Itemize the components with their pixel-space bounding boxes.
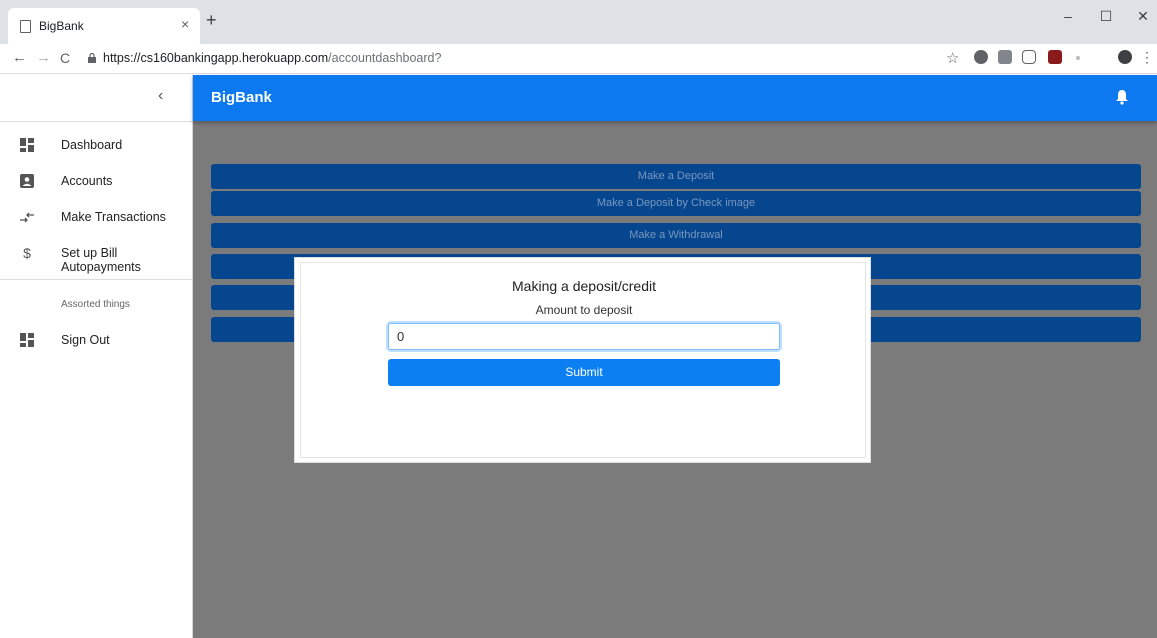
main-content: BigBank Make a Deposit Make a Deposit by… bbox=[193, 75, 1157, 638]
sidebar-item-sign-out[interactable]: Sign Out bbox=[0, 323, 192, 359]
sidebar: ‹ Dashboard Accounts Make Transactions $… bbox=[0, 75, 193, 638]
swap-arrows-icon bbox=[20, 212, 34, 223]
modal-title: Making a deposit/credit bbox=[512, 278, 656, 294]
s-extension-icon[interactable] bbox=[1022, 50, 1036, 64]
section-title: Assorted things bbox=[61, 299, 130, 310]
sidebar-item-label: Set up Bill Autopayments bbox=[61, 246, 141, 274]
amount-label: Amount to deposit bbox=[535, 303, 633, 317]
tab-title: BigBank bbox=[39, 19, 84, 33]
make-deposit-button[interactable]: Make a Deposit bbox=[211, 164, 1141, 189]
forward-button[interactable]: → bbox=[36, 49, 51, 66]
deposit-modal: Making a deposit/credit Amount to deposi… bbox=[294, 257, 871, 463]
brand-title: BigBank bbox=[211, 89, 272, 106]
make-withdrawal-button[interactable]: Make a Withdrawal bbox=[211, 223, 1141, 248]
lock-icon bbox=[88, 53, 96, 63]
collapse-sidebar-icon[interactable]: ‹ bbox=[158, 87, 163, 105]
new-tab-button[interactable]: + bbox=[206, 11, 217, 29]
window-close-button[interactable]: ✕ bbox=[1120, 8, 1157, 25]
shield-extension-icon[interactable] bbox=[974, 50, 988, 64]
browser-tab[interactable]: BigBank × bbox=[8, 8, 200, 44]
reload-button[interactable]: C bbox=[60, 50, 70, 66]
amount-input[interactable] bbox=[386, 321, 782, 352]
sidebar-item-accounts[interactable]: Accounts bbox=[0, 164, 192, 200]
notification-bell-icon[interactable] bbox=[1115, 89, 1129, 105]
sidebar-item-make-transactions[interactable]: Make Transactions bbox=[0, 200, 192, 236]
bookmark-star-icon[interactable]: ☆ bbox=[946, 49, 959, 67]
deposit-by-check-button[interactable]: Make a Deposit by Check image bbox=[211, 191, 1141, 216]
sidebar-item-bill-autopayments[interactable]: $ Set up Bill Autopayments bbox=[0, 236, 192, 274]
sidebar-item-dashboard[interactable]: Dashboard bbox=[0, 128, 192, 164]
sidebar-item-label: Dashboard bbox=[61, 138, 123, 152]
modal-body: Making a deposit/credit Amount to deposi… bbox=[300, 262, 866, 458]
sidebar-item-label: Accounts bbox=[61, 174, 113, 188]
dollar-icon: $ bbox=[23, 245, 31, 261]
url-text: https://cs160bankingapp.herokuapp.com/ac… bbox=[103, 51, 442, 65]
divider bbox=[0, 279, 192, 280]
profile-icon[interactable] bbox=[1118, 50, 1132, 64]
dashboard-icon bbox=[20, 138, 34, 152]
sidebar-item-label: Sign Out bbox=[61, 333, 110, 347]
browser-tab-strip: BigBank × + – ☐ ✕ bbox=[0, 0, 1157, 44]
dot-extension-icon[interactable] bbox=[1076, 56, 1080, 60]
address-bar[interactable]: https://cs160bankingapp.herokuapp.com/ac… bbox=[80, 46, 980, 72]
browser-toolbar: ← → C https://cs160bankingapp.herokuapp.… bbox=[0, 44, 1157, 74]
account-box-icon bbox=[20, 174, 34, 188]
back-button[interactable]: ← bbox=[12, 49, 27, 66]
sidebar-item-label: Make Transactions bbox=[61, 210, 166, 224]
divider bbox=[0, 121, 192, 122]
app-header: BigBank bbox=[193, 75, 1157, 121]
page-icon bbox=[20, 20, 31, 33]
red-extension-icon[interactable] bbox=[1048, 50, 1062, 64]
submit-button[interactable]: Submit bbox=[388, 359, 780, 386]
tab-close-icon[interactable]: × bbox=[181, 16, 189, 32]
dashboard-icon bbox=[20, 333, 34, 347]
extension-icon[interactable] bbox=[998, 50, 1012, 64]
browser-menu-icon[interactable]: ⋮ bbox=[1140, 49, 1154, 66]
app: ‹ Dashboard Accounts Make Transactions $… bbox=[0, 75, 1157, 638]
